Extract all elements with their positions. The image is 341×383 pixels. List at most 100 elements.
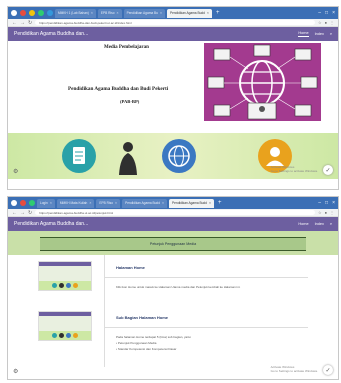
tab[interactable]: Login ×: [37, 198, 55, 208]
activate-subtitle: Go to Settings to activate Windows.: [270, 169, 318, 173]
item-text: Pada halaman Home terdapat 5 (lima) sub …: [116, 335, 192, 339]
tab-strip: MMKH 1 (Lab Bahan) × EPB Riso × Pendidikan…: [8, 7, 338, 19]
tab-active[interactable]: Pendidikan Agama Budd ×: [169, 198, 214, 208]
menu-icon[interactable]: ⋮: [330, 210, 334, 215]
search-icon[interactable]: ⌕: [330, 32, 332, 36]
tab-label: Pendidikan Agama Budd: [125, 201, 160, 205]
item-heading: Sub Bagian Halaman Home: [116, 315, 169, 320]
network-globe-image: [204, 43, 321, 121]
new-tab-button[interactable]: +: [214, 10, 222, 16]
back-icon[interactable]: ←: [12, 20, 17, 26]
address-bar: ← → ↻ https://pendidikan-agama-buddha.ut…: [8, 209, 338, 217]
tab-label: MMKH 1 (Lab Bahan): [58, 11, 89, 15]
slide-title: Pendidikan Agama Buddha dan Budi Pekerti: [68, 86, 169, 92]
tab-label: EPB Riso: [100, 11, 115, 15]
slide-area: Media Pembelajaran Pendidikan Agama Budd…: [8, 41, 338, 133]
minimize-icon[interactable]: –: [318, 200, 321, 206]
menu-index[interactable]: Index: [315, 32, 324, 36]
maximize-icon[interactable]: □: [325, 200, 328, 206]
taskbar-icons: [11, 10, 53, 16]
tab[interactable]: Pendidikan Agama Budd ×: [122, 198, 168, 208]
windows-start-icon[interactable]: [11, 10, 17, 16]
close-icon[interactable]: ×: [207, 11, 209, 15]
tab-label: EPB Riso: [99, 201, 114, 205]
reload-icon[interactable]: ↻: [28, 20, 32, 26]
profile-icon[interactable]: ●: [325, 20, 327, 25]
close-icon[interactable]: ×: [89, 201, 91, 205]
top-browser-window: MMKH 1 (Lab Bahan) × EPB Riso × Pendidikan…: [7, 6, 339, 190]
icon-band: ⚙ Activate Windows Go to Settings to act…: [8, 133, 338, 179]
gear-icon[interactable]: ⚙: [13, 368, 18, 375]
close-icon[interactable]: ×: [117, 11, 119, 15]
menu-index[interactable]: Index: [315, 222, 324, 226]
site-title: Pendidikan Agama Buddha dan...: [14, 221, 89, 227]
item-text: Klik ikon Home untuk masuk ke Halaman Ut…: [116, 285, 241, 289]
new-tab-button[interactable]: +: [216, 200, 224, 206]
site-header: Pendidikan Agama Buddha dan... Home Inde…: [8, 217, 338, 231]
tab-label: MMKH Mata Kuliah: [59, 201, 88, 205]
menu-home[interactable]: Home: [298, 31, 309, 37]
app-icon[interactable]: [20, 10, 26, 16]
check-icon[interactable]: ✓: [323, 165, 333, 175]
maximize-icon[interactable]: □: [325, 10, 328, 16]
forward-icon[interactable]: →: [20, 20, 25, 26]
windows-start-icon[interactable]: [11, 200, 17, 206]
menu-home[interactable]: Home: [298, 222, 308, 226]
reload-icon[interactable]: ↻: [28, 210, 32, 216]
tab-active[interactable]: Pendidikan Agama Budd ×: [166, 8, 212, 18]
folder-icon[interactable]: [29, 10, 35, 16]
tab-label: Pendidikan Agama Budd: [169, 11, 205, 15]
gear-icon[interactable]: ⚙: [13, 168, 18, 175]
close-icon[interactable]: ×: [91, 11, 93, 15]
section-header-band: Petunjuk Penggunaan Media: [8, 231, 338, 255]
url-input[interactable]: https://pendidikan-agama-buddha.ut.ac.id…: [35, 209, 315, 216]
search-icon[interactable]: ⌕: [330, 222, 332, 226]
tab[interactable]: Pendidikan Agama Bu ×: [123, 8, 165, 18]
close-icon[interactable]: ×: [50, 201, 52, 205]
minimize-icon[interactable]: –: [318, 10, 321, 16]
url-input[interactable]: https://pendidikan-agama-buddha-dan-budi…: [35, 19, 315, 26]
close-window-icon[interactable]: ×: [332, 200, 335, 206]
close-icon[interactable]: ×: [162, 201, 164, 205]
tab[interactable]: MMKH Mata Kuliah ×: [56, 198, 95, 208]
tab[interactable]: EPB Riso ×: [96, 198, 121, 208]
bullet-item: • Standar Kompetensi dan Kompetensi Dasa…: [116, 347, 177, 351]
address-bar: ← → ↻ https://pendidikan-agama-buddha-da…: [8, 19, 338, 27]
check-icon[interactable]: ✓: [323, 365, 333, 375]
bottom-browser-window: Login × MMKH Mata Kuliah × EPB Riso × Pendi…: [7, 196, 339, 380]
activate-windows-watermark: Activate Windows Go to Settings to activ…: [271, 365, 318, 373]
close-window-icon[interactable]: ×: [332, 10, 335, 16]
site-title: Pendidikan Agama Buddha dan...: [14, 31, 89, 37]
back-icon[interactable]: ←: [12, 210, 17, 216]
profile-icon[interactable]: ●: [325, 210, 327, 215]
close-icon[interactable]: ×: [209, 201, 211, 205]
activate-subtitle: Go to Settings to activate Windows.: [270, 369, 318, 373]
forward-icon[interactable]: →: [20, 210, 25, 216]
star-icon[interactable]: ☆: [318, 210, 322, 215]
chrome-icon[interactable]: [38, 10, 44, 16]
buddha-icon[interactable]: [111, 139, 145, 175]
subpage-screenshot-thumbnail: [38, 311, 92, 341]
chrome-icon[interactable]: [29, 200, 35, 206]
close-icon[interactable]: ×: [160, 11, 162, 15]
app-icon[interactable]: [20, 200, 26, 206]
taskbar-icons: [11, 200, 35, 206]
window-controls: – □ ×: [318, 10, 335, 16]
word-icon[interactable]: [47, 10, 53, 16]
tab-label: Pendidikan Agama Budd: [172, 201, 207, 205]
section-title: Petunjuk Penggunaan Media: [149, 242, 197, 246]
window-controls: – □ ×: [318, 200, 335, 206]
star-icon[interactable]: ☆: [318, 20, 322, 25]
document-icon[interactable]: [62, 139, 96, 173]
home-screenshot-thumbnail: [38, 261, 92, 291]
tab[interactable]: MMKH 1 (Lab Bahan) ×: [55, 8, 96, 18]
close-icon[interactable]: ×: [115, 201, 117, 205]
tab-label: Login: [40, 201, 48, 205]
bullet-item: • Petunjuk Penggunaan Media: [116, 341, 157, 345]
tab[interactable]: EPB Riso ×: [97, 8, 122, 18]
tab-strip: Login × MMKH Mata Kuliah × EPB Riso × Pendi…: [8, 197, 338, 209]
menu-icon[interactable]: ⋮: [330, 20, 334, 25]
globe-icon[interactable]: [162, 139, 196, 173]
bullet-label: Petunjuk Penggunaan Media: [117, 341, 157, 345]
bullet-label: Standar Kompetensi dan Kompetensi Dasar: [117, 347, 177, 351]
